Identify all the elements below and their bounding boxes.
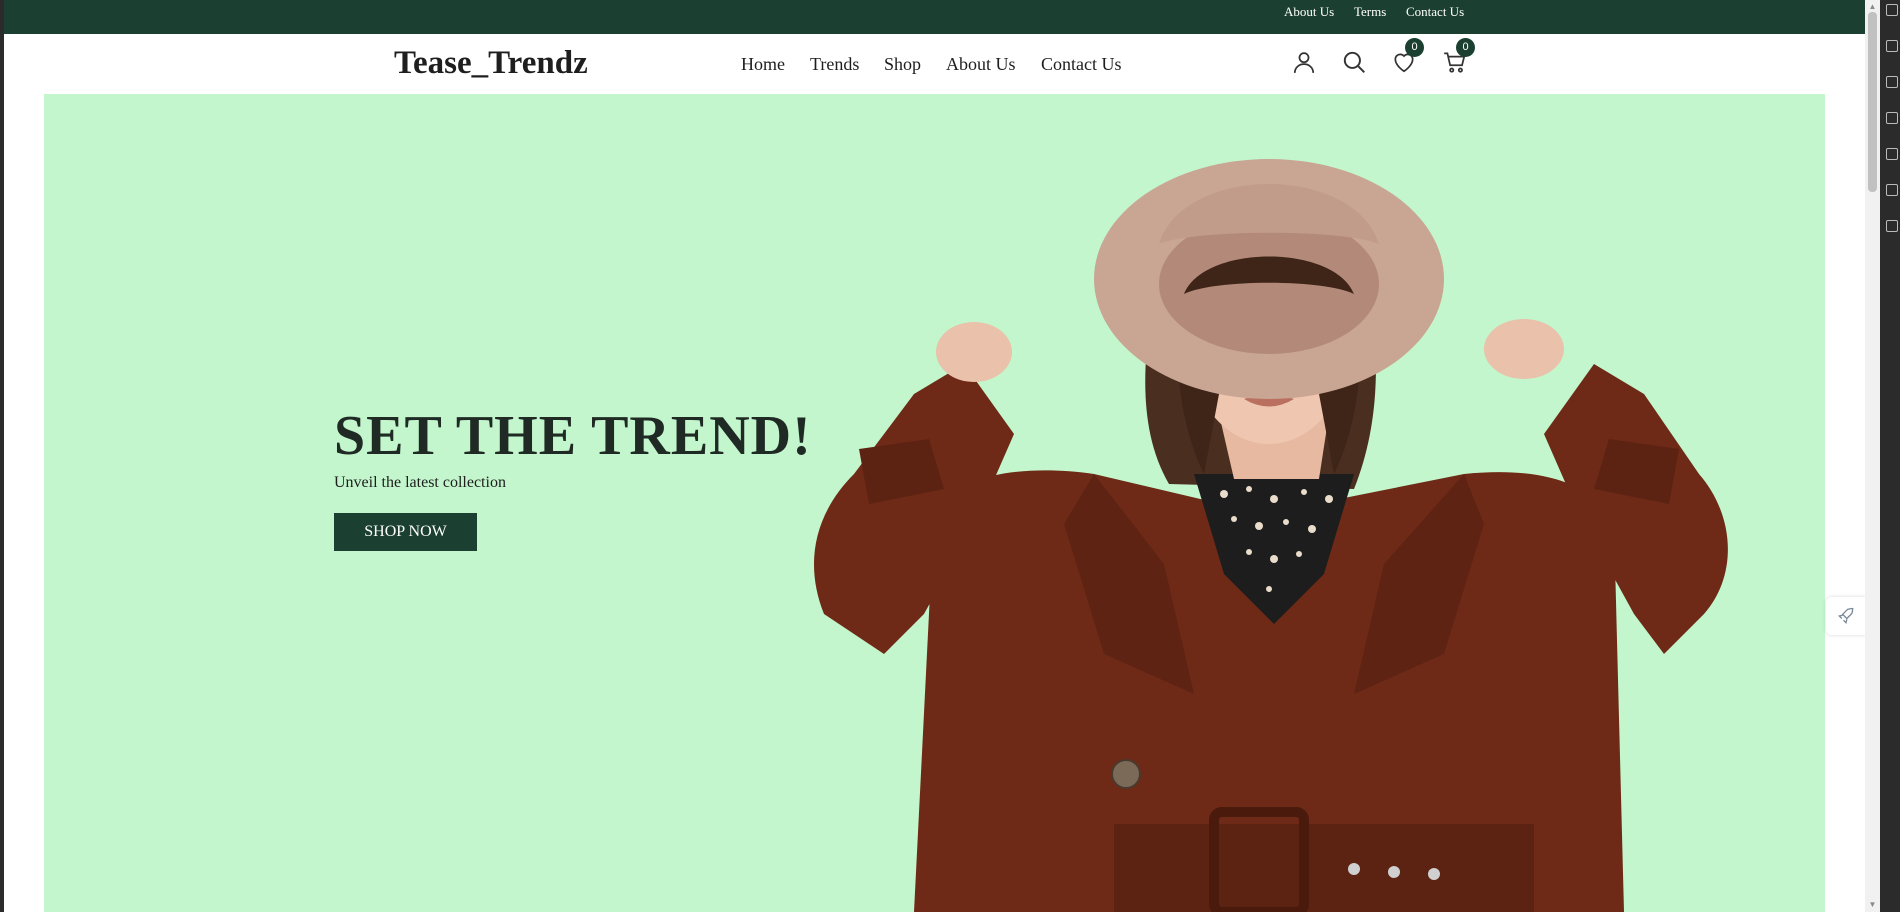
search-icon[interactable] [1341, 49, 1367, 75]
nav-shop[interactable]: Shop [884, 54, 921, 75]
side-panel-icon[interactable] [1886, 76, 1898, 88]
scroll-up-arrow[interactable]: ▲ [1868, 2, 1877, 11]
hero-subtitle: Unveil the latest collection [334, 474, 506, 491]
wishlist-heart-icon[interactable]: 0 [1391, 38, 1424, 75]
browser-viewport: About Us Terms Contact Us Tease_Trendz H… [4, 0, 1865, 912]
browser-side-panel [1880, 0, 1900, 912]
rocket-icon [1838, 607, 1854, 624]
page-scrollbar[interactable]: ▲ ▼ [1865, 0, 1880, 912]
nav-contact[interactable]: Contact Us [1041, 54, 1122, 75]
side-panel-icon[interactable] [1886, 184, 1898, 196]
hero-title: SET THE TREND! [334, 405, 812, 467]
hero-banner: SET THE TREND! Unveil the latest collect… [44, 94, 1825, 912]
top-utility-bar: About Us Terms Contact Us [4, 0, 1865, 34]
cart-icon[interactable]: 0 [1442, 38, 1475, 75]
side-panel-icon[interactable] [1886, 148, 1898, 160]
side-panel-icon[interactable] [1886, 112, 1898, 124]
nav-about[interactable]: About Us [946, 54, 1016, 75]
side-panel-icon[interactable] [1886, 40, 1898, 52]
cart-count-badge: 0 [1456, 38, 1475, 57]
scrollbar-thumb[interactable] [1868, 12, 1877, 192]
nav-trends[interactable]: Trends [810, 54, 859, 75]
topbar-link-contact[interactable]: Contact Us [1406, 4, 1464, 20]
wishlist-count-badge: 0 [1405, 38, 1424, 57]
hero-model-image [814, 159, 1728, 912]
topbar-link-terms[interactable]: Terms [1354, 4, 1386, 20]
side-panel-icon[interactable] [1886, 4, 1898, 16]
topbar-link-about[interactable]: About Us [1284, 4, 1334, 20]
site-logo[interactable]: Tease_Trendz [394, 45, 588, 82]
user-icon[interactable] [1291, 49, 1317, 75]
scroll-down-arrow[interactable]: ▼ [1868, 900, 1877, 909]
nav-home[interactable]: Home [741, 54, 785, 75]
side-panel-add-icon[interactable] [1886, 220, 1898, 232]
shop-now-button[interactable]: SHOP NOW [334, 513, 477, 551]
floating-rocket-widget[interactable] [1826, 597, 1865, 635]
